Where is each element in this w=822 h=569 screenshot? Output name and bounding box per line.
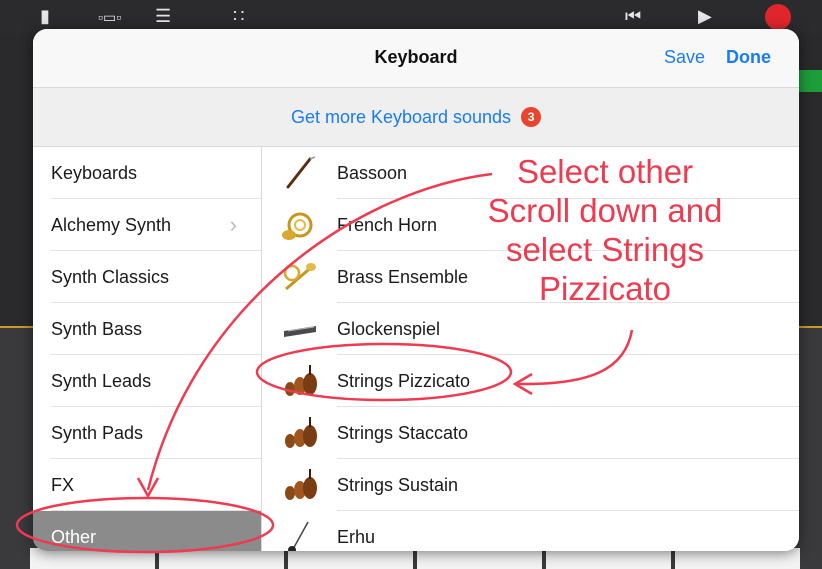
category-list: Keyboards Alchemy Synth › Synth Classics… — [33, 147, 262, 551]
instrument-label: Erhu — [337, 527, 376, 547]
annotation-line: Pizzicato — [538, 270, 672, 307]
instrument-item-glockenspiel[interactable]: Glockenspiel — [262, 303, 799, 355]
category-item-synth-pads[interactable]: Synth Pads — [33, 407, 261, 459]
annotation-line: Select other — [516, 153, 694, 190]
annotation-line: select Strings — [505, 231, 705, 268]
record-icon[interactable] — [765, 4, 791, 30]
category-label: Alchemy Synth — [51, 215, 172, 235]
category-label: Synth Bass — [51, 319, 143, 339]
chevron-right-icon: › — [229, 212, 237, 237]
instrument-label: Glockenspiel — [337, 319, 441, 339]
erhu-icon — [288, 521, 309, 551]
instrument-item-strings-staccato[interactable]: Strings Staccato — [262, 407, 799, 459]
notification-badge: 3 — [521, 107, 542, 127]
category-item-other[interactable]: Other — [33, 511, 261, 551]
category-label: Other — [51, 527, 97, 547]
instrument-item-erhu[interactable]: Erhu — [262, 511, 799, 551]
bassoon-icon — [286, 156, 316, 189]
view-toggle-icon[interactable]: ▫▭▫ — [98, 9, 121, 26]
category-label: FX — [51, 475, 75, 495]
more-sounds-bar[interactable]: Get more Keyboard sounds 3 — [33, 88, 799, 147]
category-label: Keyboards — [51, 163, 138, 183]
category-label: Synth Classics — [51, 267, 170, 287]
instrument-label: Strings Pizzicato — [337, 371, 471, 391]
instrument-label: French Horn — [337, 215, 438, 235]
brass-ensemble-icon — [283, 263, 316, 291]
category-item-fx[interactable]: FX — [33, 459, 261, 511]
more-sounds-link[interactable]: Get more Keyboard sounds — [291, 107, 511, 128]
category-item-synth-classics[interactable]: Synth Classics — [33, 251, 261, 303]
modal-header: Keyboard Save Done — [33, 29, 799, 88]
category-item-synth-bass[interactable]: Synth Bass — [33, 303, 261, 355]
save-button[interactable]: Save — [664, 47, 705, 68]
french-horn-icon — [282, 212, 313, 240]
glockenspiel-icon — [284, 326, 316, 337]
strings-icon — [285, 365, 317, 396]
category-label: Synth Pads — [51, 423, 144, 443]
instrument-label: Brass Ensemble — [337, 267, 469, 287]
instrument-label: Strings Staccato — [337, 423, 469, 443]
instrument-item-strings-pizzicato[interactable]: Strings Pizzicato — [262, 355, 799, 407]
category-item-alchemy-synth[interactable]: Alchemy Synth › — [33, 199, 261, 251]
category-label: Synth Leads — [51, 371, 152, 391]
instrument-label: Strings Sustain — [337, 475, 459, 495]
play-icon[interactable]: ▶ — [698, 6, 712, 27]
strings-icon — [285, 417, 317, 448]
tracks-icon[interactable]: ☰ — [155, 6, 171, 27]
instrument-item-strings-sustain[interactable]: Strings Sustain — [262, 459, 799, 511]
mixer-icon[interactable]: ∷ — [233, 6, 244, 27]
strings-icon — [285, 469, 317, 500]
annotation-text: Select other Scroll down and select Stri… — [455, 152, 755, 308]
category-item-synth-leads[interactable]: Synth Leads — [33, 355, 261, 407]
category-item-keyboards[interactable]: Keyboards — [33, 147, 261, 199]
annotation-line: Scroll down and — [487, 192, 723, 229]
document-icon[interactable]: ▮ — [40, 6, 50, 27]
instrument-label: Bassoon — [337, 163, 408, 183]
rewind-icon[interactable]: ⏮ — [625, 6, 641, 27]
done-button[interactable]: Done — [726, 47, 771, 68]
piano-keys[interactable] — [30, 548, 800, 569]
